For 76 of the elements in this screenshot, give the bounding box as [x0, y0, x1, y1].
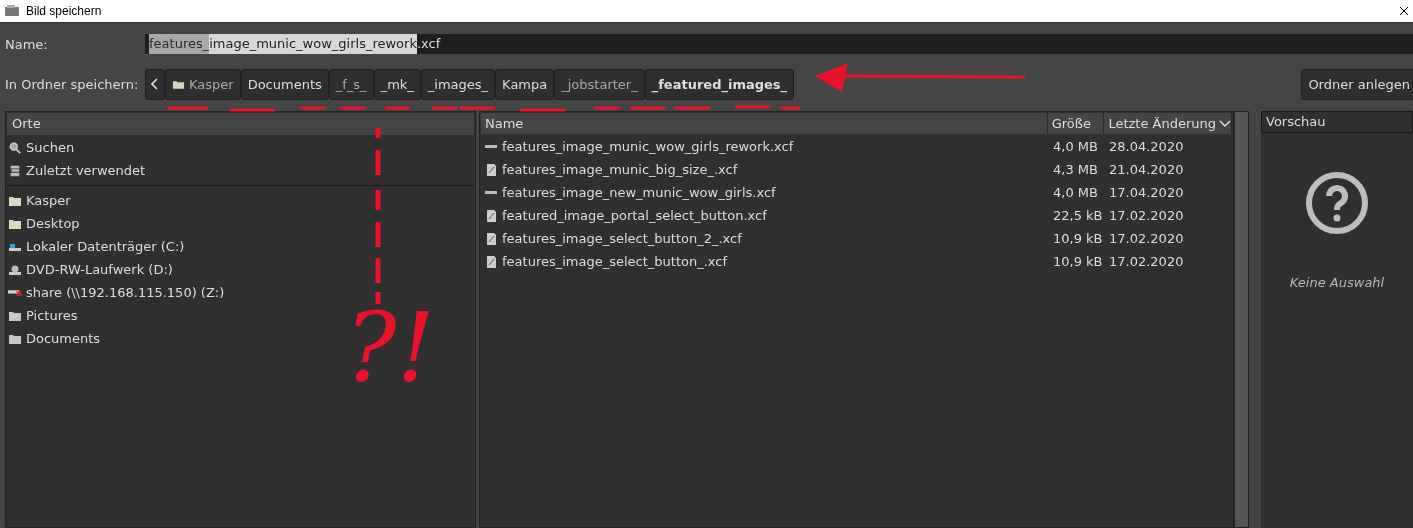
disc-drive-icon: [8, 263, 22, 276]
document-icon: [484, 231, 498, 246]
file-date: 28.04.2020: [1108, 139, 1185, 154]
file-row[interactable]: features_image_munic_wow_girls_rework.xcf 4,0 MB 28.04.2020: [480, 135, 1233, 158]
path-segment-button[interactable]: Documents: [240, 68, 329, 100]
file-row[interactable]: features_image_munic_big_size_.xcf 4,3 MB 21.04.2020: [480, 158, 1233, 181]
folder-icon: [172, 78, 185, 90]
document-icon: [484, 254, 498, 269]
place-item[interactable]: Kasper: [6, 189, 475, 212]
file-size: 4,0 MB: [1052, 185, 1099, 200]
path-segment-button[interactable]: _images_: [420, 68, 496, 100]
file-row[interactable]: features_image_select_button_2_.xcf 10,9 kB 17.02.2020: [480, 227, 1233, 250]
file-name: features_image_select_button_2_.xcf: [502, 231, 742, 246]
column-header[interactable]: Name: [481, 113, 1048, 134]
place-item[interactable]: Desktop: [6, 212, 475, 235]
path-segment-button[interactable]: _mk_: [373, 68, 421, 100]
path-segment-button[interactable]: _jobstarter_: [554, 68, 645, 100]
file-name: features_image_select_button_.xcf: [502, 254, 728, 269]
folder-label: In Ordner speichern:: [5, 76, 140, 92]
document-stack-icon: [8, 164, 22, 177]
place-label: Kasper: [26, 193, 71, 208]
place-label: Desktop: [26, 216, 80, 231]
column-header[interactable]: Letzte Änderung: [1104, 113, 1232, 134]
place-label: Lokaler Datenträger (C:): [26, 239, 185, 254]
close-icon[interactable]: [1399, 6, 1409, 16]
file-date: 17.02.2020: [1108, 254, 1185, 269]
place-label: DVD-RW-Laufwerk (D:): [26, 262, 173, 277]
path-segment-button[interactable]: _featured_images_: [644, 68, 795, 100]
place-item[interactable]: Lokaler Datenträger (C:): [6, 235, 475, 258]
file-size: 10,9 kB: [1052, 231, 1104, 246]
folder-icon: [8, 194, 22, 207]
column-header[interactable]: Größe: [1047, 113, 1105, 134]
sort-chevron-icon: [1219, 119, 1231, 128]
create-folder-button[interactable]: Ordner anlegen: [1301, 68, 1413, 100]
file-date: 21.04.2020: [1108, 162, 1185, 177]
file-name: features_image_munic_big_size_.xcf: [502, 162, 738, 177]
chevron-left-icon: [151, 78, 159, 90]
file-size: 4,3 MB: [1052, 162, 1099, 177]
question-mark-icon: [1305, 171, 1369, 235]
name-label: Name:: [5, 36, 49, 52]
file-row[interactable]: features_image_select_button_.xcf 10,9 kB 17.02.2020: [480, 250, 1233, 273]
file-size: 22,5 kB: [1052, 208, 1104, 223]
scrollbar[interactable]: [1234, 111, 1249, 528]
places-header: Orte: [7, 113, 474, 135]
search-icon: [8, 141, 22, 154]
file-name: features_image_munic_wow_girls_rework.xcf: [502, 139, 794, 154]
file-size: 4,0 MB: [1052, 139, 1099, 154]
place-label: share (\\192.168.115.150) (Z:): [26, 285, 225, 300]
file-row[interactable]: features_image_new_munic_wow_girls.xcf 4,0 MB 17.04.2020: [480, 181, 1233, 204]
folder-icon: [8, 217, 22, 230]
place-item[interactable]: DVD-RW-Laufwerk (D:): [6, 258, 475, 281]
folder-icon: [8, 332, 22, 345]
file-date: 17.02.2020: [1108, 208, 1185, 223]
place-label: Documents: [26, 331, 101, 346]
preview-message: Keine Auswahl: [1289, 275, 1385, 290]
document-icon: [484, 162, 498, 177]
window-title: Bild speichern: [26, 4, 102, 18]
place-item[interactable]: Suchen: [6, 136, 475, 159]
place-item[interactable]: Zuletzt verwendet: [6, 159, 475, 182]
path-segment-button[interactable]: Kampa: [495, 68, 555, 100]
file-name: featured_image_portal_select_button.xcf: [502, 208, 767, 223]
document-icon: [484, 208, 498, 223]
app-icon: [4, 4, 20, 18]
file-size: 10,9 kB: [1052, 254, 1104, 269]
path-segment-button[interactable]: _f_s_: [328, 68, 374, 100]
path-segment-button[interactable]: Kasper: [165, 68, 241, 100]
file-row[interactable]: featured_image_portal_select_button.xcf 22,5 kB 17.02.2020: [480, 204, 1233, 227]
preview-header: Vorschau: [1261, 111, 1413, 133]
place-label: Suchen: [26, 140, 75, 155]
back-button[interactable]: [145, 68, 165, 100]
file-date: 17.04.2020: [1108, 185, 1185, 200]
place-label: Pictures: [26, 308, 78, 323]
place-label: Zuletzt verwendet: [26, 163, 146, 178]
file-name: features_image_new_munic_wow_girls.xcf: [502, 185, 776, 200]
folder-icon: [8, 309, 22, 322]
file-date: 17.02.2020: [1108, 231, 1185, 246]
